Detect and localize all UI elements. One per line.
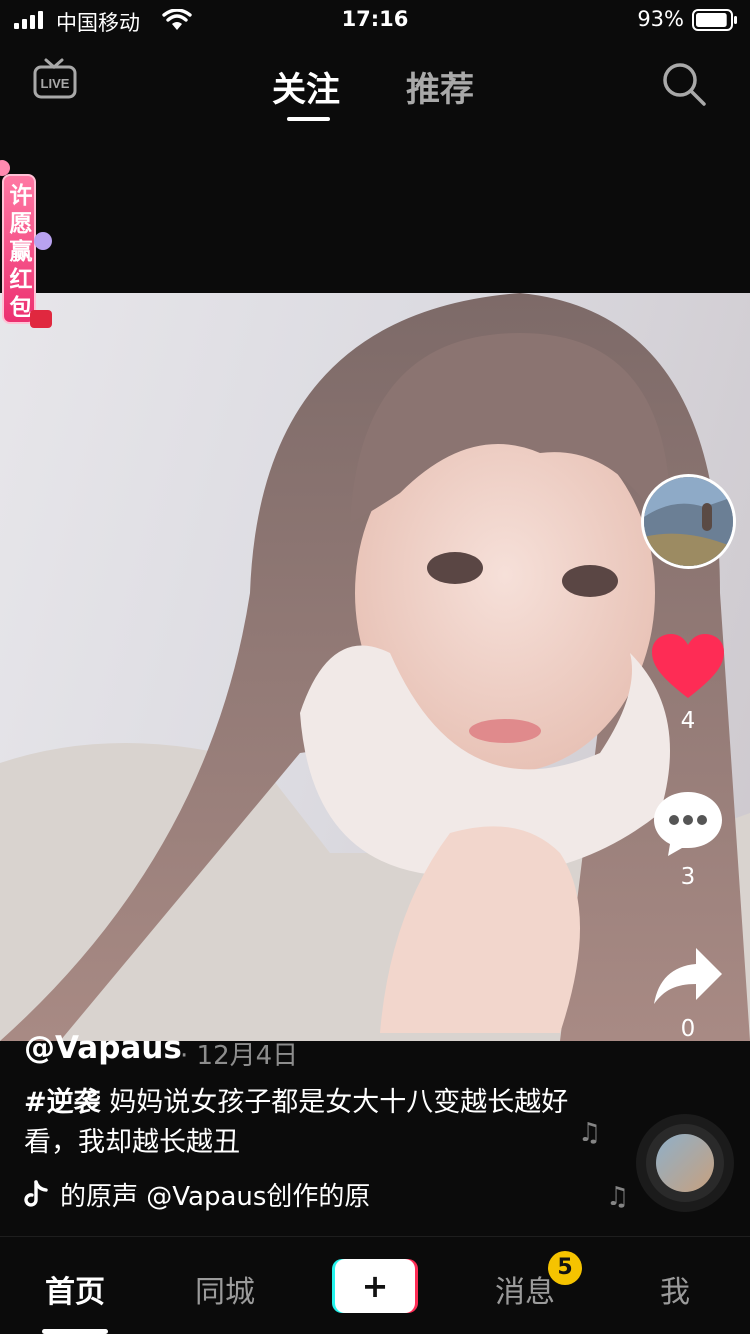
caption-text: 妈妈说女孩子都是女大十八变越长越好看，我却越长越丑 <box>24 1087 569 1158</box>
comment-count: 3 <box>680 864 696 890</box>
live-icon[interactable]: LIVE <box>32 56 78 100</box>
author-avatar[interactable] <box>641 474 736 569</box>
music-note-icon <box>24 1180 48 1207</box>
tab-recommend[interactable]: 推荐 <box>406 62 474 111</box>
nav-me[interactable]: 我 <box>620 1267 730 1311</box>
author-handle[interactable]: @Vapaus <box>24 1030 182 1066</box>
like-count: 4 <box>680 708 696 734</box>
nav-nearby[interactable]: 同城 <box>170 1267 280 1311</box>
active-nav-indicator <box>42 1329 108 1334</box>
disc-cover <box>656 1134 714 1192</box>
post-date: · 12月4日 <box>180 1041 299 1071</box>
wish-red-packet-banner[interactable]: 许愿赢红包 <box>0 160 56 336</box>
share-count: 0 <box>680 1016 696 1042</box>
nav-home[interactable]: 首页 <box>20 1267 130 1311</box>
promo-text: 许愿赢红包 <box>9 183 33 321</box>
like-button[interactable]: 4 <box>650 634 726 734</box>
heart-icon <box>652 634 724 698</box>
create-button[interactable]: + <box>332 1259 418 1313</box>
top-nav: LIVE 关注 推荐 <box>0 50 750 130</box>
share-button[interactable]: 0 <box>650 946 726 1042</box>
status-bar: 中国移动 17:16 93% <box>0 0 750 40</box>
music-disc[interactable] <box>636 1114 734 1212</box>
plus-icon: + <box>361 1267 389 1305</box>
bottom-nav: 首页 同城 + 消息 5 我 <box>0 1236 750 1334</box>
decoration-bubble <box>34 232 52 250</box>
active-tab-indicator <box>287 117 330 121</box>
post-caption: #逆袭 妈妈说女孩子都是女大十八变越长越好看，我却越长越丑 <box>24 1083 584 1163</box>
live-icon-label: LIVE <box>41 76 70 91</box>
video-frame <box>0 293 750 1041</box>
floating-note-icon: ♫ <box>578 1118 602 1148</box>
battery-icon <box>692 9 737 31</box>
search-icon[interactable] <box>660 60 708 108</box>
music-title: 的原声 @Vapaus创作的原 <box>60 1182 371 1212</box>
share-icon <box>654 948 722 1004</box>
floating-note-icon: ♫ <box>606 1182 630 1212</box>
tab-following[interactable]: 关注 <box>272 62 340 111</box>
messages-badge: 5 <box>548 1251 582 1285</box>
battery-percent: 93% <box>637 7 684 31</box>
music-info[interactable]: 的原声 @Vapaus创作的原 <box>24 1176 424 1216</box>
avatar-image <box>644 477 733 566</box>
promo-body: 许愿赢红包 <box>2 174 36 324</box>
video-player[interactable] <box>0 293 750 1041</box>
hashtag-link[interactable]: #逆袭 <box>24 1087 101 1118</box>
comment-icon <box>654 792 722 856</box>
red-packet-icon <box>30 310 52 328</box>
comment-button[interactable]: 3 <box>650 790 726 890</box>
